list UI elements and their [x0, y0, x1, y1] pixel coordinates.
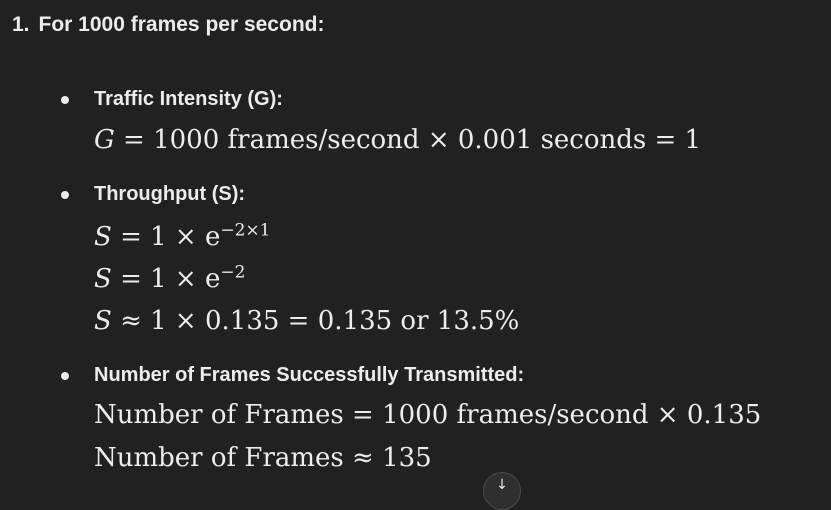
equation-throughput-1: S = 1 × e−2×1	[94, 220, 271, 252]
list-number: 1.	[12, 13, 30, 36]
bullet-dot	[61, 372, 69, 380]
bullet-title-frames-transmitted: Number of Frames Successfully Transmitte…	[94, 364, 525, 386]
equation-throughput-2: S = 1 × e−2	[94, 262, 246, 294]
equation-throughput-3: S ≈ 1 × 0.135 = 0.135 or 13.5%	[94, 308, 519, 334]
equation-frames-2: Number of Frames ≈ 135	[94, 443, 432, 473]
equation-traffic-intensity: G = 1000 frames/second × 0.001 seconds =…	[94, 127, 701, 153]
equation-body: ≈ 1 × 0.135 = 0.135 or 13.5%	[111, 306, 520, 336]
variable: S	[94, 306, 112, 336]
equation-frames-1: Number of Frames = 1000 frames/second × …	[94, 400, 762, 430]
equation-body: = 1 × e	[111, 222, 221, 252]
equation-body: = 1 × e	[111, 264, 221, 294]
variable: S	[94, 264, 112, 294]
variable: S	[94, 222, 112, 252]
exponent: −2×1	[220, 220, 271, 241]
exponent: −2	[220, 262, 246, 283]
bullet-dot	[61, 96, 69, 104]
heading-text: For 1000 frames per second:	[38, 13, 325, 36]
arrow-down-icon: ↓	[496, 477, 508, 493]
bullet-title-traffic-intensity: Traffic Intensity (G):	[94, 88, 283, 110]
bullet-dot	[61, 191, 69, 199]
equation-body: = 1000 frames/second × 0.001 seconds = 1	[114, 125, 702, 155]
bullet-title-throughput: Throughput (S):	[94, 183, 246, 205]
list-heading: 1. For 1000 frames per second:	[12, 13, 324, 37]
scroll-to-bottom-button[interactable]: ↓	[483, 472, 521, 510]
variable: G	[94, 125, 115, 155]
